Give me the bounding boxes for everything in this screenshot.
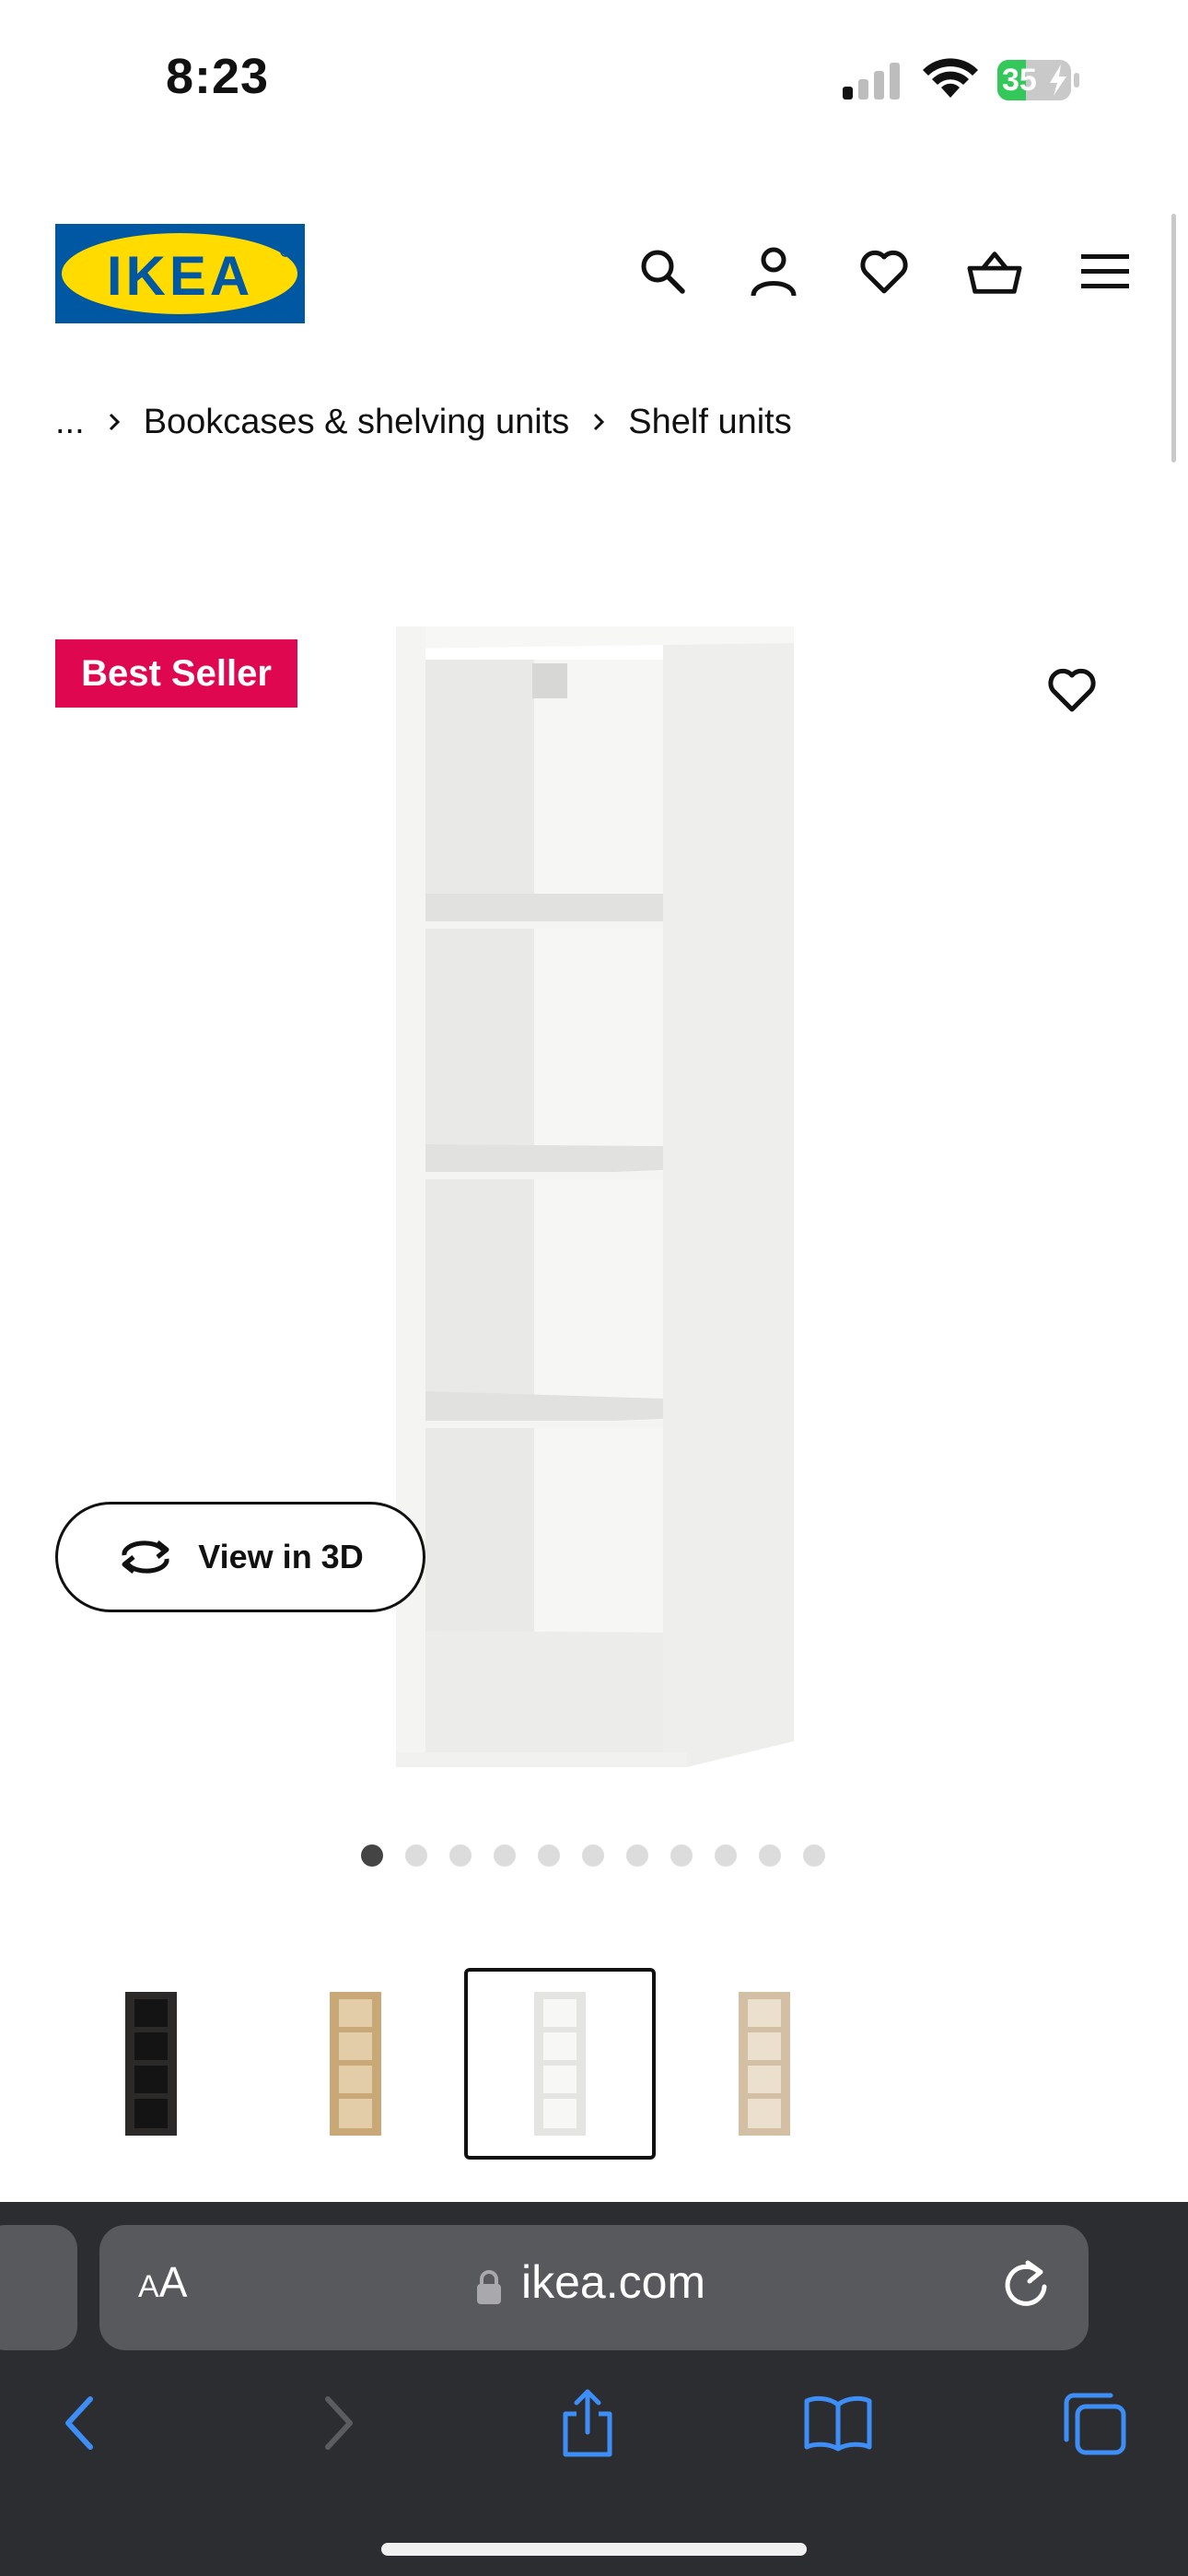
thumbnail-white[interactable]	[464, 1968, 656, 2160]
best-seller-badge: Best Seller	[55, 639, 297, 708]
view-in-3d-label: View in 3D	[198, 1538, 364, 1575]
breadcrumb: ... Bookcases & shelving units Shelf uni…	[55, 394, 792, 450]
carousel-dot[interactable]	[715, 1844, 737, 1867]
save-to-favourites-icon[interactable]	[1046, 667, 1107, 722]
back-icon[interactable]	[42, 2386, 116, 2460]
image-carousel-pagination	[361, 1844, 825, 1867]
battery-charging-icon: 35	[996, 59, 1081, 101]
text-size-button[interactable]: AA	[138, 2257, 187, 2307]
previous-tab-preview[interactable]	[0, 2225, 77, 2350]
thumbnail-white-stained-oak[interactable]	[669, 1968, 860, 2160]
wifi-icon	[923, 58, 978, 98]
view-in-3d-button[interactable]: View in 3D	[55, 1502, 425, 1612]
product-image-kallax-shelf[interactable]	[368, 617, 829, 1778]
heart-icon[interactable]	[856, 241, 912, 302]
carousel-dot[interactable]	[405, 1844, 427, 1867]
chevron-right-icon	[107, 411, 122, 433]
url-text[interactable]: ikea.com	[521, 2255, 705, 2309]
search-icon[interactable]	[635, 241, 691, 302]
thumbnail-oak-effect[interactable]	[260, 1968, 451, 2160]
carousel-dot[interactable]	[538, 1844, 560, 1867]
carousel-dot[interactable]	[449, 1844, 472, 1867]
breadcrumb-shelf-units[interactable]: Shelf units	[628, 403, 791, 442]
home-indicator[interactable]	[381, 2543, 807, 2556]
logo-text: IKEA	[106, 245, 254, 307]
carousel-dot[interactable]	[494, 1844, 516, 1867]
bookmarks-icon[interactable]	[801, 2386, 875, 2460]
reload-icon[interactable]	[1002, 2259, 1054, 2316]
ikea-logo[interactable]: IKEA	[55, 224, 305, 323]
chevron-right-icon	[591, 411, 606, 433]
carousel-dot[interactable]	[759, 1844, 781, 1867]
rotate-3d-icon	[122, 1540, 169, 1574]
menu-icon[interactable]	[1077, 241, 1133, 302]
tabs-icon[interactable]	[1057, 2386, 1131, 2460]
forward-icon[interactable]	[302, 2386, 376, 2460]
cellular-signal-icon	[843, 63, 900, 100]
breadcrumb-bookcases[interactable]: Bookcases & shelving units	[144, 403, 570, 442]
page-scrollbar[interactable]	[1171, 214, 1176, 463]
carousel-dot[interactable]	[803, 1844, 825, 1867]
status-time: 8:23	[166, 49, 270, 104]
carousel-dot[interactable]	[626, 1844, 648, 1867]
thumbnail-black-brown[interactable]	[55, 1968, 247, 2160]
breadcrumb-ellipsis[interactable]: ...	[55, 403, 85, 442]
basket-icon[interactable]	[967, 241, 1022, 302]
carousel-dot[interactable]	[670, 1844, 693, 1867]
battery-level: 35	[1002, 63, 1037, 98]
account-icon[interactable]	[746, 241, 801, 302]
carousel-dot[interactable]	[361, 1844, 383, 1867]
lock-icon	[477, 2270, 501, 2304]
carousel-dot[interactable]	[582, 1844, 604, 1867]
share-icon[interactable]	[551, 2386, 624, 2460]
